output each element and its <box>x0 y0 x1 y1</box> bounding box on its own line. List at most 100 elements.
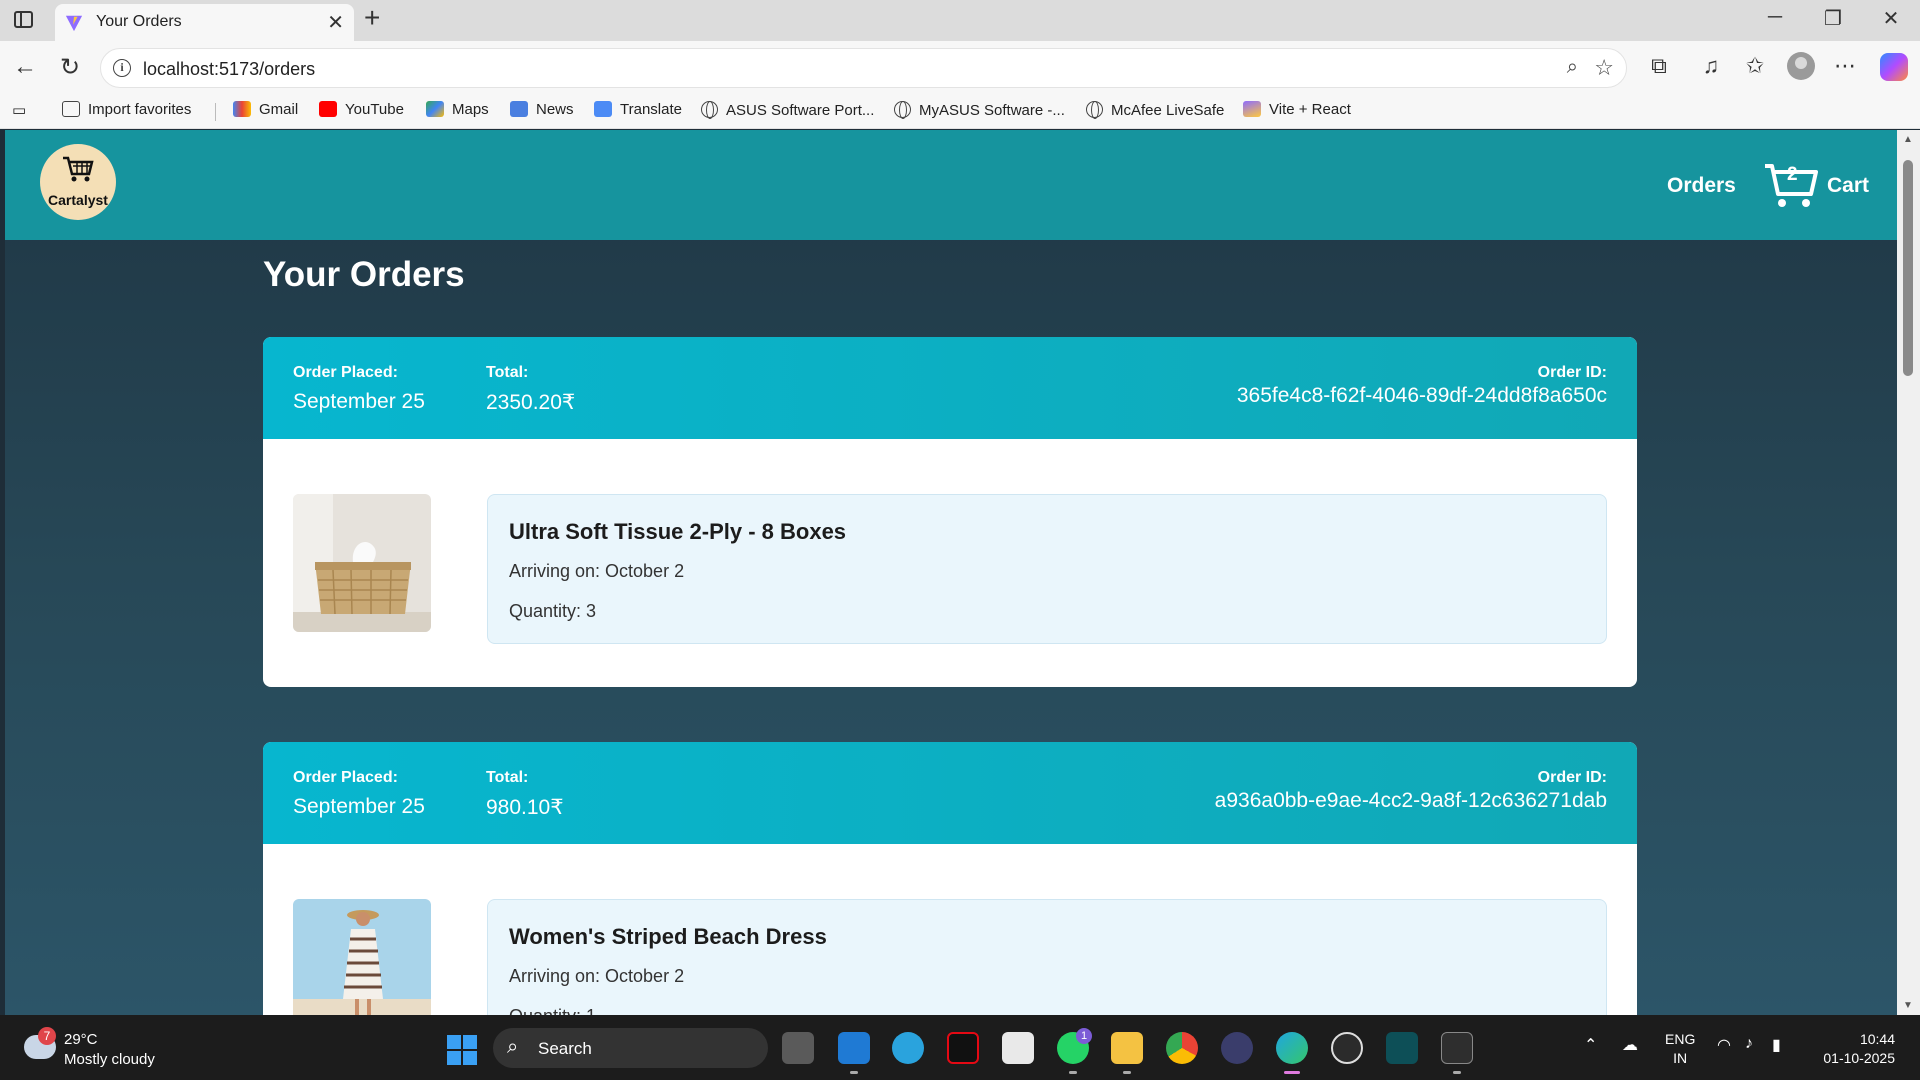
page-title: Your Orders <box>263 255 465 294</box>
favorites-bar: ▭ Import favorites Gmail YouTube Maps Ne… <box>0 95 1920 129</box>
order-placed-label: Order Placed: <box>293 364 398 381</box>
logo-cart-icon <box>63 156 94 182</box>
onedrive-icon[interactable]: ☁ <box>1622 1035 1638 1055</box>
chatgpt-icon[interactable] <box>1331 1032 1363 1064</box>
windows-start-icon[interactable] <box>447 1035 477 1065</box>
order-id-label: Order ID: <box>1537 364 1607 381</box>
arrival-date: Arriving on: October 2 <box>509 966 685 986</box>
fav-label: Vite + React <box>1269 101 1351 118</box>
tab-actions-icon[interactable]: ▭ <box>12 101 26 119</box>
battery-icon[interactable]: ▮ <box>1772 1035 1781 1055</box>
scroll-up-icon[interactable]: ▲ <box>1903 134 1913 145</box>
vite-icon <box>1243 101 1261 117</box>
address-bar[interactable]: i localhost:5173/orders ⌕ ☆ <box>100 48 1627 88</box>
eclipse-icon[interactable] <box>1221 1032 1253 1064</box>
tab-title: Your Orders <box>96 13 182 30</box>
scroll-thumb[interactable] <box>1903 160 1913 376</box>
search-icon: ⌕ <box>507 1036 519 1058</box>
fav-youtube[interactable]: YouTube <box>319 101 404 118</box>
fav-asus-software[interactable]: ASUS Software Port... <box>701 101 874 119</box>
page-scrollbar[interactable]: ▲ ▼ <box>1897 130 1920 1015</box>
order-body: Women's Striped Beach Dress Arriving on:… <box>263 844 1637 1015</box>
terminal-icon[interactable] <box>1441 1032 1473 1064</box>
edge-icon[interactable] <box>1276 1032 1308 1064</box>
weather-description[interactable]: Mostly cloudy <box>64 1051 155 1068</box>
arrival-date: Arriving on: October 2 <box>509 561 685 581</box>
maps-icon <box>426 101 444 117</box>
volume-icon[interactable]: ♪ <box>1745 1035 1753 1053</box>
product-name[interactable]: Women's Striped Beach Dress <box>509 924 827 950</box>
youtube-icon <box>319 101 337 117</box>
beach-dress-image[interactable] <box>293 899 431 1015</box>
tissue-box-image[interactable] <box>293 494 431 632</box>
zoom-icon[interactable]: ⌕ <box>1567 56 1578 79</box>
wifi-icon[interactable]: ◠ <box>1717 1035 1731 1055</box>
extensions-icon[interactable]: ⧉ <box>1644 53 1674 79</box>
order-placed-label: Order Placed: <box>293 769 398 786</box>
import-icon <box>62 101 80 117</box>
restore-icon[interactable]: ❐ <box>1818 6 1848 31</box>
product-name[interactable]: Ultra Soft Tissue 2-Ply - 8 Boxes <box>509 519 846 545</box>
fav-label: Gmail <box>259 101 299 118</box>
telegram-icon[interactable] <box>892 1032 924 1064</box>
site-logo[interactable]: Cartalyst <box>40 144 116 220</box>
vscode-icon[interactable] <box>838 1032 870 1064</box>
site-info-icon[interactable]: i <box>113 59 131 77</box>
windows-taskbar: 7 29°C Mostly cloudy ⌕ Search 1 ⌃ ☁ ENG … <box>0 1015 1920 1080</box>
url-text[interactable]: localhost:5173/orders <box>143 59 315 80</box>
taskbar-search[interactable]: ⌕ Search <box>493 1028 768 1068</box>
site-header: Cartalyst Orders 2 Cart <box>5 130 1897 240</box>
news-icon <box>510 101 528 117</box>
minimize-icon[interactable]: ─ <box>1760 6 1790 29</box>
nav-orders-link[interactable]: Orders <box>1667 174 1736 198</box>
translate-icon <box>594 101 612 117</box>
whatsapp-badge: 1 <box>1076 1028 1092 1044</box>
weather-temperature[interactable]: 29°C <box>64 1031 98 1048</box>
task-view-icon[interactable] <box>782 1032 814 1064</box>
system-clock[interactable]: 10:44 01-10-2025 <box>1815 1030 1895 1068</box>
favorite-star-icon[interactable]: ☆ <box>1594 55 1614 81</box>
fav-news[interactable]: News <box>510 101 574 118</box>
fav-mcafee[interactable]: McAfee LiveSafe <box>1086 101 1224 119</box>
order-header: Order Placed: September 25 Total: 980.10… <box>263 742 1637 844</box>
file-explorer-icon[interactable] <box>1111 1032 1143 1064</box>
fav-myasus[interactable]: MyASUS Software -... <box>894 101 1065 119</box>
order-total-value: 2350.20₹ <box>486 391 576 414</box>
globe-icon <box>701 101 718 119</box>
app-icon[interactable] <box>1386 1032 1418 1064</box>
sidebar-toggle-icon[interactable] <box>14 11 33 28</box>
fav-label: McAfee LiveSafe <box>1111 102 1225 119</box>
media-icon[interactable]: ♫ <box>1696 53 1726 79</box>
fav-import-favorites[interactable]: Import favorites <box>62 101 191 118</box>
back-icon[interactable]: ← <box>10 53 40 81</box>
globe-icon <box>894 101 911 119</box>
close-window-icon[interactable]: ✕ <box>1876 6 1906 31</box>
order-id-value: a936a0bb-e9ae-4cc2-9a8f-12c636271dab <box>1214 789 1607 812</box>
fav-gmail[interactable]: Gmail <box>233 101 298 118</box>
fav-label: Import favorites <box>88 101 192 118</box>
fav-maps[interactable]: Maps <box>426 101 489 118</box>
fav-label: ASUS Software Port... <box>726 102 875 119</box>
browser-tab-active[interactable]: Your Orders ✕ <box>55 4 354 41</box>
more-menu-icon[interactable]: ⋯ <box>1830 53 1860 79</box>
show-hidden-icons-icon[interactable]: ⌃ <box>1584 1035 1597 1055</box>
scroll-down-icon[interactable]: ▼ <box>1903 1000 1913 1011</box>
language-indicator[interactable]: ENG IN <box>1665 1030 1695 1068</box>
microsoft-store-icon[interactable] <box>1002 1032 1034 1064</box>
browser-toolbar: ← ↻ i localhost:5173/orders ⌕ ☆ ⧉ ♫ ✩ ⋯ <box>0 41 1920 95</box>
chrome-icon[interactable] <box>1166 1032 1198 1064</box>
fav-translate[interactable]: Translate <box>594 101 682 118</box>
fav-label: Translate <box>620 101 682 118</box>
netflix-icon[interactable] <box>947 1032 979 1064</box>
favorites-icon[interactable]: ✩ <box>1740 53 1770 79</box>
nav-cart-link[interactable]: 2 Cart <box>1763 160 1873 210</box>
order-total-label: Total: <box>486 769 529 786</box>
profile-avatar[interactable] <box>1787 52 1815 80</box>
refresh-icon[interactable]: ↻ <box>55 53 85 82</box>
copilot-icon[interactable] <box>1880 53 1908 81</box>
fav-label: Maps <box>452 101 489 118</box>
new-tab-icon[interactable]: + <box>364 2 380 34</box>
fav-vite-react[interactable]: Vite + React <box>1243 101 1351 118</box>
page-viewport: Cartalyst Orders 2 Cart Your Orders Orde… <box>5 130 1897 1015</box>
tab-close-icon[interactable]: ✕ <box>327 10 344 35</box>
